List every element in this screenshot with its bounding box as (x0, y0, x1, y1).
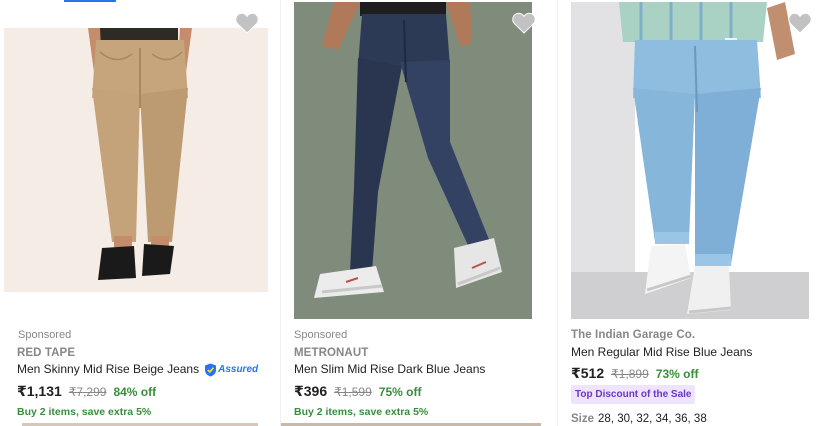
sponsored-label: Sponsored (18, 329, 72, 341)
selling-price: ₹1,131 (17, 383, 62, 399)
assured-label: Assured (218, 364, 259, 376)
original-price: ₹1,899 (611, 367, 649, 381)
selling-price: ₹396 (294, 383, 328, 399)
brand-name: The Indian Garage Co. (571, 329, 696, 341)
sponsored-label: Sponsored (294, 329, 348, 341)
product-card[interactable]: Sponsored RED TAPE Men Skinny Mid Rise B… (0, 0, 280, 426)
brand-name: METRONAUT (294, 347, 369, 359)
product-card[interactable]: Sponsored METRONAUT Men Slim Mid Rise Da… (281, 0, 557, 426)
wishlist-button[interactable] (512, 12, 536, 34)
size-options: 28, 30, 32, 34, 36, 38 (598, 413, 707, 425)
original-price: ₹7,299 (68, 385, 107, 399)
top-discount-badge: Top Discount of the Sale (571, 385, 696, 404)
discount-percent: 75% off (378, 385, 422, 399)
wishlist-button[interactable] (235, 12, 259, 34)
price-row: ₹512 ₹1,899 73% off (571, 365, 698, 382)
discount-percent: 84% off (113, 385, 157, 399)
bundle-offer: Buy 2 items, save extra 5% (17, 406, 152, 418)
assured-shield-icon (205, 363, 217, 377)
size-label: Size (571, 413, 595, 425)
product-card[interactable]: The Indian Garage Co. Men Regular Mid Ri… (558, 0, 836, 426)
original-price: ₹1,599 (334, 385, 372, 399)
product-image[interactable] (4, 28, 268, 292)
selling-price: ₹512 (571, 365, 605, 381)
product-title[interactable]: Men Skinny Mid Rise Beige Jeans Assured (17, 362, 258, 377)
product-title-text: Men Skinny Mid Rise Beige Jeans (17, 362, 200, 376)
wishlist-button[interactable] (788, 12, 812, 34)
discount-percent: 73% off (655, 367, 699, 381)
heart-icon (788, 12, 812, 34)
assured-badge: Assured (204, 363, 258, 377)
product-image[interactable] (294, 2, 532, 319)
price-row: ₹1,131 ₹7,299 84% off (17, 383, 156, 400)
product-title[interactable]: Men Regular Mid Rise Blue Jeans (571, 345, 752, 359)
brand-name: RED TAPE (17, 347, 76, 359)
heart-icon (235, 12, 259, 34)
product-image[interactable] (571, 2, 809, 319)
heart-icon (512, 12, 536, 34)
size-row: Size 28, 30, 32, 34, 36, 38 (571, 413, 707, 425)
bundle-offer: Buy 2 items, save extra 5% (294, 406, 429, 418)
price-row: ₹396 ₹1,599 75% off (294, 383, 421, 400)
product-title[interactable]: Men Slim Mid Rise Dark Blue Jeans (294, 362, 485, 376)
